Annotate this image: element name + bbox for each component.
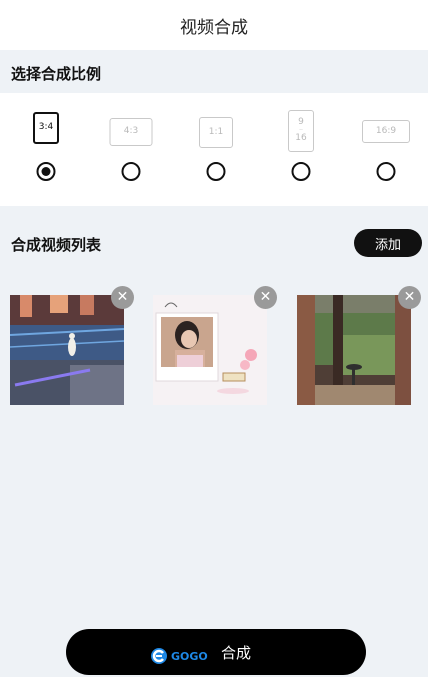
watermark-logo: GOGO (150, 646, 234, 666)
page-title: 视频合成 (180, 17, 248, 38)
add-video-label: 添加 (374, 237, 401, 253)
video-thumbnail-1[interactable] (10, 295, 124, 405)
ratio-section-title: 选择合成比例 (11, 65, 102, 83)
ratio-option-16-9[interactable]: 16:9 (356, 93, 416, 206)
ratio-4-3-radio[interactable] (121, 162, 141, 181)
ratio-1-1-icon[interactable]: 1:1 (199, 117, 233, 148)
ratio-9-16-radio[interactable] (291, 162, 311, 181)
ratio-option-1-1[interactable]: 1:1 (186, 93, 246, 206)
close-icon: ✕ (403, 289, 416, 305)
ratio-option-3-4[interactable]: 3:4 (16, 93, 76, 206)
ratio-9-16-bottom-label: 16 (295, 133, 307, 143)
watermark-text: GOGO (171, 649, 208, 663)
ratio-option-4-3[interactable]: 4:3 (101, 93, 161, 206)
video-list-title: 合成视频列表 (11, 236, 102, 254)
ratio-selector: 3:4 4:3 1:1 9 ·· 16 16:9 (0, 93, 428, 206)
video-thumbnail-2[interactable] (153, 295, 267, 405)
remove-video-3-button[interactable]: ✕ (398, 286, 421, 309)
ratio-4-3-icon[interactable]: 4:3 (109, 118, 153, 146)
video-thumbnail-3[interactable] (297, 295, 411, 405)
remove-video-1-button[interactable]: ✕ (111, 286, 134, 309)
close-icon: ✕ (259, 289, 272, 305)
ratio-16-9-label: 16:9 (375, 125, 397, 136)
watermark-e-icon (151, 648, 167, 664)
ratio-3-4-radio[interactable] (36, 162, 56, 181)
ratio-4-3-label: 4:3 (123, 126, 139, 137)
ratio-3-4-label: 3:4 (38, 122, 54, 133)
remove-video-2-button[interactable]: ✕ (254, 286, 277, 309)
photo-frame-image (153, 295, 267, 405)
concert-stage-image (10, 295, 124, 405)
ratio-1-1-radio[interactable] (206, 162, 226, 181)
garden-view-image (297, 295, 411, 405)
add-video-button[interactable]: 添加 (354, 229, 422, 257)
nav-header: 视频合成 (0, 0, 428, 50)
ratio-16-9-icon[interactable]: 16:9 (362, 120, 410, 143)
ratio-3-4-icon[interactable]: 3:4 (33, 112, 59, 144)
ratio-1-1-label: 1:1 (208, 126, 224, 137)
ratio-16-9-radio[interactable] (376, 162, 396, 181)
ratio-option-9-16[interactable]: 9 ·· 16 (271, 93, 331, 206)
close-icon: ✕ (116, 289, 129, 305)
ratio-9-16-icon[interactable]: 9 ·· 16 (288, 110, 314, 152)
